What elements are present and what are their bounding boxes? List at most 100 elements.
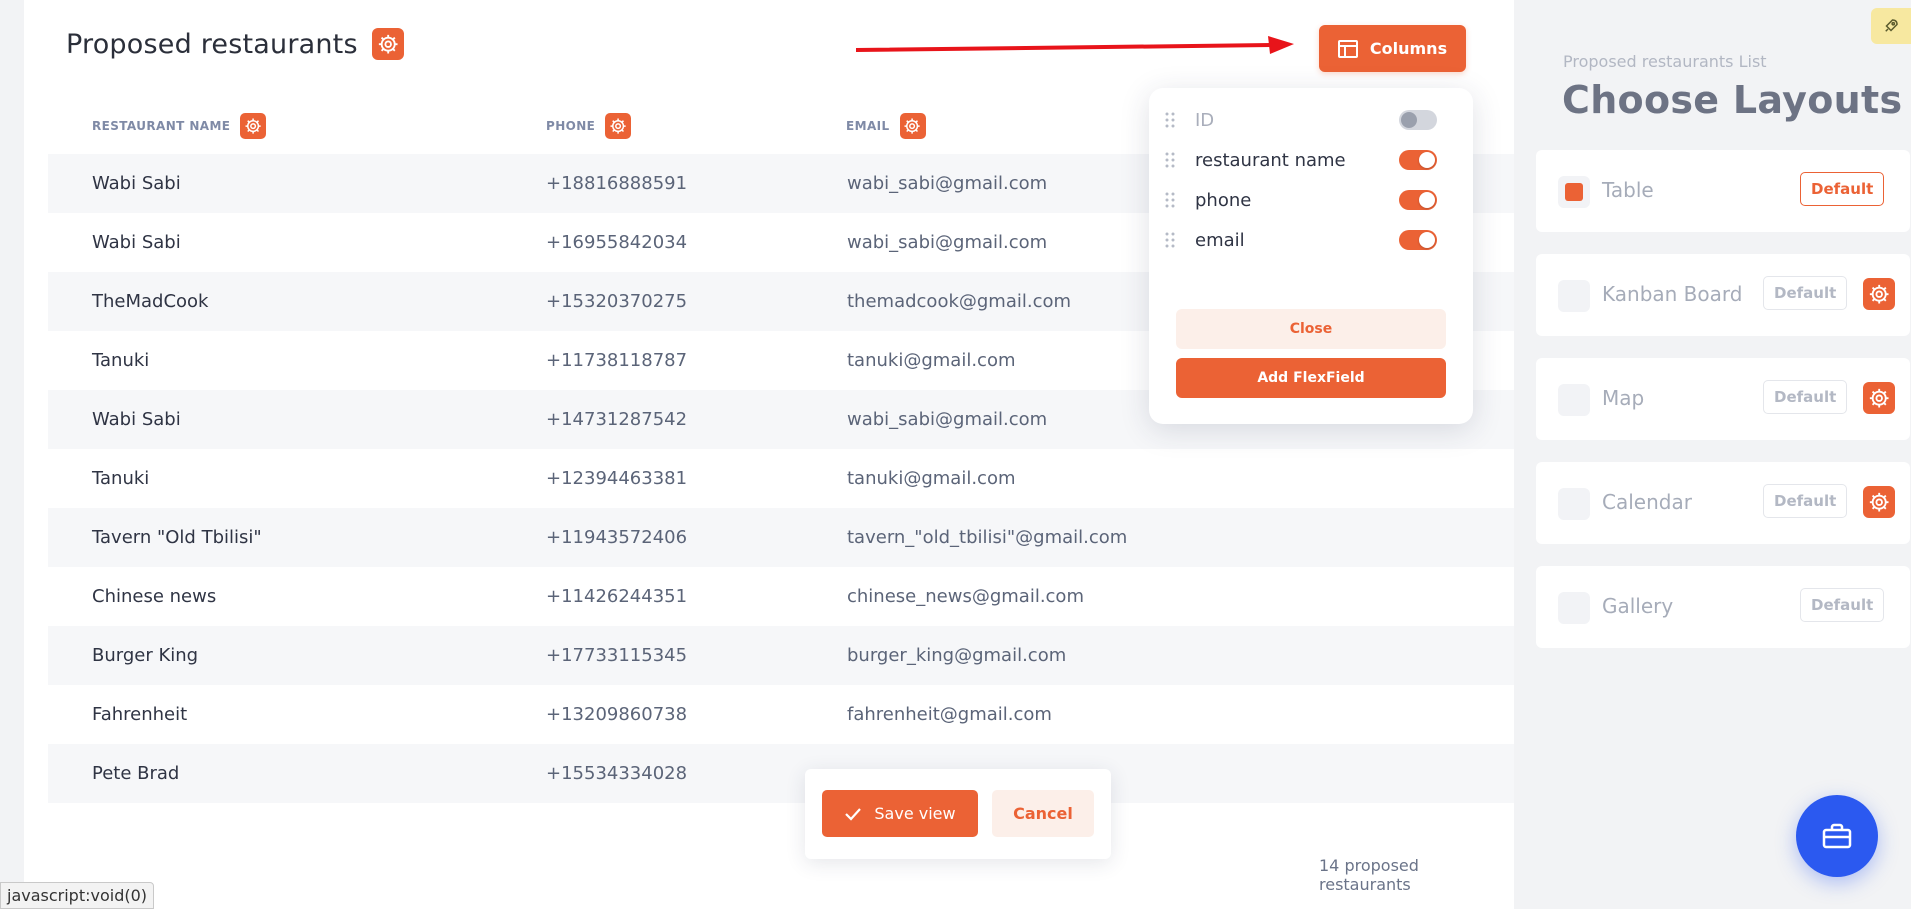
layout-card[interactable]: Map Default: [1536, 358, 1910, 440]
header-restaurant-name: RESTAURANT NAME: [92, 110, 267, 142]
restaurant-name-cell: TheMadCook: [92, 291, 209, 312]
status-bar-url: javascript:void(0): [0, 882, 155, 909]
header-phone: PHONE: [546, 110, 632, 142]
restaurant-name-cell: Wabi Sabi: [92, 173, 181, 194]
set-default-button[interactable]: Default: [1800, 588, 1885, 622]
table-row[interactable]: Fahrenheit +13209860738 fahrenheit@gmail.c…: [48, 685, 1528, 744]
page-title: Proposed restaurants: [66, 28, 358, 60]
restaurant-name-cell: Tanuki: [92, 468, 150, 489]
layout-settings-gear-icon[interactable]: [1863, 278, 1895, 310]
annotation-arrow: [856, 36, 1294, 54]
column-visibility-toggle[interactable]: [1399, 150, 1437, 170]
layout-select-checkbox[interactable]: [1558, 280, 1590, 312]
column-toggle-item: phone: [1163, 182, 1459, 218]
phone-cell: +15320370275: [546, 291, 688, 312]
layout-name: Map: [1602, 386, 1645, 410]
drag-handle-icon[interactable]: [1163, 230, 1177, 250]
column-settings-gear-icon[interactable]: [899, 113, 926, 139]
rocket-icon[interactable]: [1871, 8, 1911, 44]
check-icon: [845, 807, 862, 821]
layout-name: Gallery: [1602, 594, 1674, 618]
close-button[interactable]: Close: [1176, 309, 1446, 349]
table-row[interactable]: Tavern "Old Tbilisi" +11943572406 tavern_"…: [48, 508, 1528, 567]
layout-select-checkbox[interactable]: [1558, 176, 1590, 208]
layout-name: Table: [1602, 178, 1654, 202]
column-visibility-toggle[interactable]: [1399, 110, 1437, 130]
phone-cell: +16955842034: [546, 232, 688, 253]
save-view-button[interactable]: Save view: [822, 790, 978, 837]
set-default-button[interactable]: Default: [1763, 380, 1848, 414]
email-cell: tavern_"old_tbilisi"@gmail.com: [847, 527, 1128, 548]
save-view-label: Save view: [874, 804, 956, 823]
layout-name: Calendar: [1602, 490, 1692, 514]
column-settings-gear-icon[interactable]: [605, 113, 632, 139]
record-count: 14 proposed restaurants: [1319, 856, 1419, 894]
restaurant-name-cell: Fahrenheit: [92, 704, 188, 725]
email-cell: fahrenheit@gmail.com: [847, 704, 1052, 725]
restaurant-name-cell: Tavern "Old Tbilisi": [92, 527, 262, 548]
header-email: EMAIL: [846, 110, 926, 142]
drag-handle-icon[interactable]: [1163, 190, 1177, 210]
table-row[interactable]: Burger King +17733115345 burger_king@gmail…: [48, 626, 1528, 685]
columns-button-label: Columns: [1369, 39, 1448, 58]
briefcase-icon: [1822, 823, 1852, 849]
columns-popup: ID restaurant name phone email Close Add Fl…: [1149, 88, 1473, 424]
phone-cell: +15534334028: [546, 763, 688, 784]
layout-settings-gear-icon[interactable]: [1863, 382, 1895, 414]
drag-handle-icon[interactable]: [1163, 110, 1177, 130]
page-header: Proposed restaurants: [66, 28, 404, 60]
restaurant-name-cell: Chinese news: [92, 586, 217, 607]
column-visibility-toggle[interactable]: [1399, 230, 1437, 250]
email-cell: burger_king@gmail.com: [847, 645, 1067, 666]
drag-handle-icon[interactable]: [1163, 150, 1177, 170]
layout-select-checkbox[interactable]: [1558, 488, 1590, 520]
layout-select-checkbox[interactable]: [1558, 384, 1590, 416]
briefcase-fab-button[interactable]: [1796, 795, 1878, 877]
app-root: Proposed restaurants RESTAURANT NAME PHO…: [0, 0, 1911, 909]
header-label: RESTAURANT NAME: [92, 119, 231, 133]
add-flexfield-button[interactable]: Add FlexField: [1176, 358, 1446, 398]
layout-name: Kanban Board: [1602, 282, 1743, 306]
column-settings-gear-icon[interactable]: [240, 113, 267, 139]
email-cell: chinese_news@gmail.com: [847, 586, 1084, 607]
email-cell: wabi_sabi@gmail.com: [847, 232, 1048, 253]
columns-button[interactable]: Columns: [1319, 25, 1466, 72]
column-visibility-toggle[interactable]: [1399, 190, 1437, 210]
set-default-button[interactable]: Default: [1763, 276, 1848, 310]
column-toggle-label: phone: [1195, 189, 1252, 211]
phone-cell: +11738118787: [546, 350, 688, 371]
table-row[interactable]: Tanuki +12394463381 tanuki@gmail.com: [48, 449, 1528, 508]
layout-card[interactable]: Table Default: [1536, 150, 1910, 232]
email-cell: tanuki@gmail.com: [847, 468, 1016, 489]
column-toggle-item: restaurant name: [1163, 142, 1459, 178]
table-columns-icon: [1337, 39, 1358, 58]
phone-cell: +13209860738: [546, 704, 688, 725]
sidebar-subtitle: Proposed restaurants List: [1563, 52, 1767, 71]
title-settings-gear-icon[interactable]: [371, 28, 404, 60]
restaurant-name-cell: Tanuki: [92, 350, 150, 371]
layout-card[interactable]: Kanban Board Default: [1536, 254, 1910, 336]
column-toggle-label: ID: [1195, 109, 1215, 131]
email-cell: themadcook@gmail.com: [847, 291, 1072, 312]
set-default-button[interactable]: Default: [1763, 484, 1848, 518]
column-toggle-item: email: [1163, 222, 1459, 258]
restaurant-name-cell: Burger King: [92, 645, 199, 666]
layout-card[interactable]: Gallery Default: [1536, 566, 1910, 648]
restaurant-name-cell: Wabi Sabi: [92, 409, 181, 430]
restaurant-name-cell: Wabi Sabi: [92, 232, 181, 253]
column-toggle-item: ID: [1163, 102, 1459, 138]
sidebar-title: Choose Layouts: [1562, 78, 1903, 122]
set-default-button[interactable]: Default: [1800, 172, 1885, 206]
layout-card[interactable]: Calendar Default: [1536, 462, 1910, 544]
phone-cell: +14731287542: [546, 409, 688, 430]
column-toggle-label: restaurant name: [1195, 149, 1346, 171]
email-cell: wabi_sabi@gmail.com: [847, 409, 1048, 430]
header-label: EMAIL: [846, 119, 890, 133]
phone-cell: +18816888591: [546, 173, 688, 194]
table-row[interactable]: Pete Brad +15534334028: [48, 744, 1528, 803]
cancel-button[interactable]: Cancel: [992, 790, 1094, 837]
table-row[interactable]: Chinese news +11426244351 chinese_news@gma…: [48, 567, 1528, 626]
layouts-sidebar: Proposed restaurants List Choose Layouts…: [1514, 0, 1911, 909]
layout-select-checkbox[interactable]: [1558, 592, 1590, 624]
layout-settings-gear-icon[interactable]: [1863, 486, 1895, 518]
